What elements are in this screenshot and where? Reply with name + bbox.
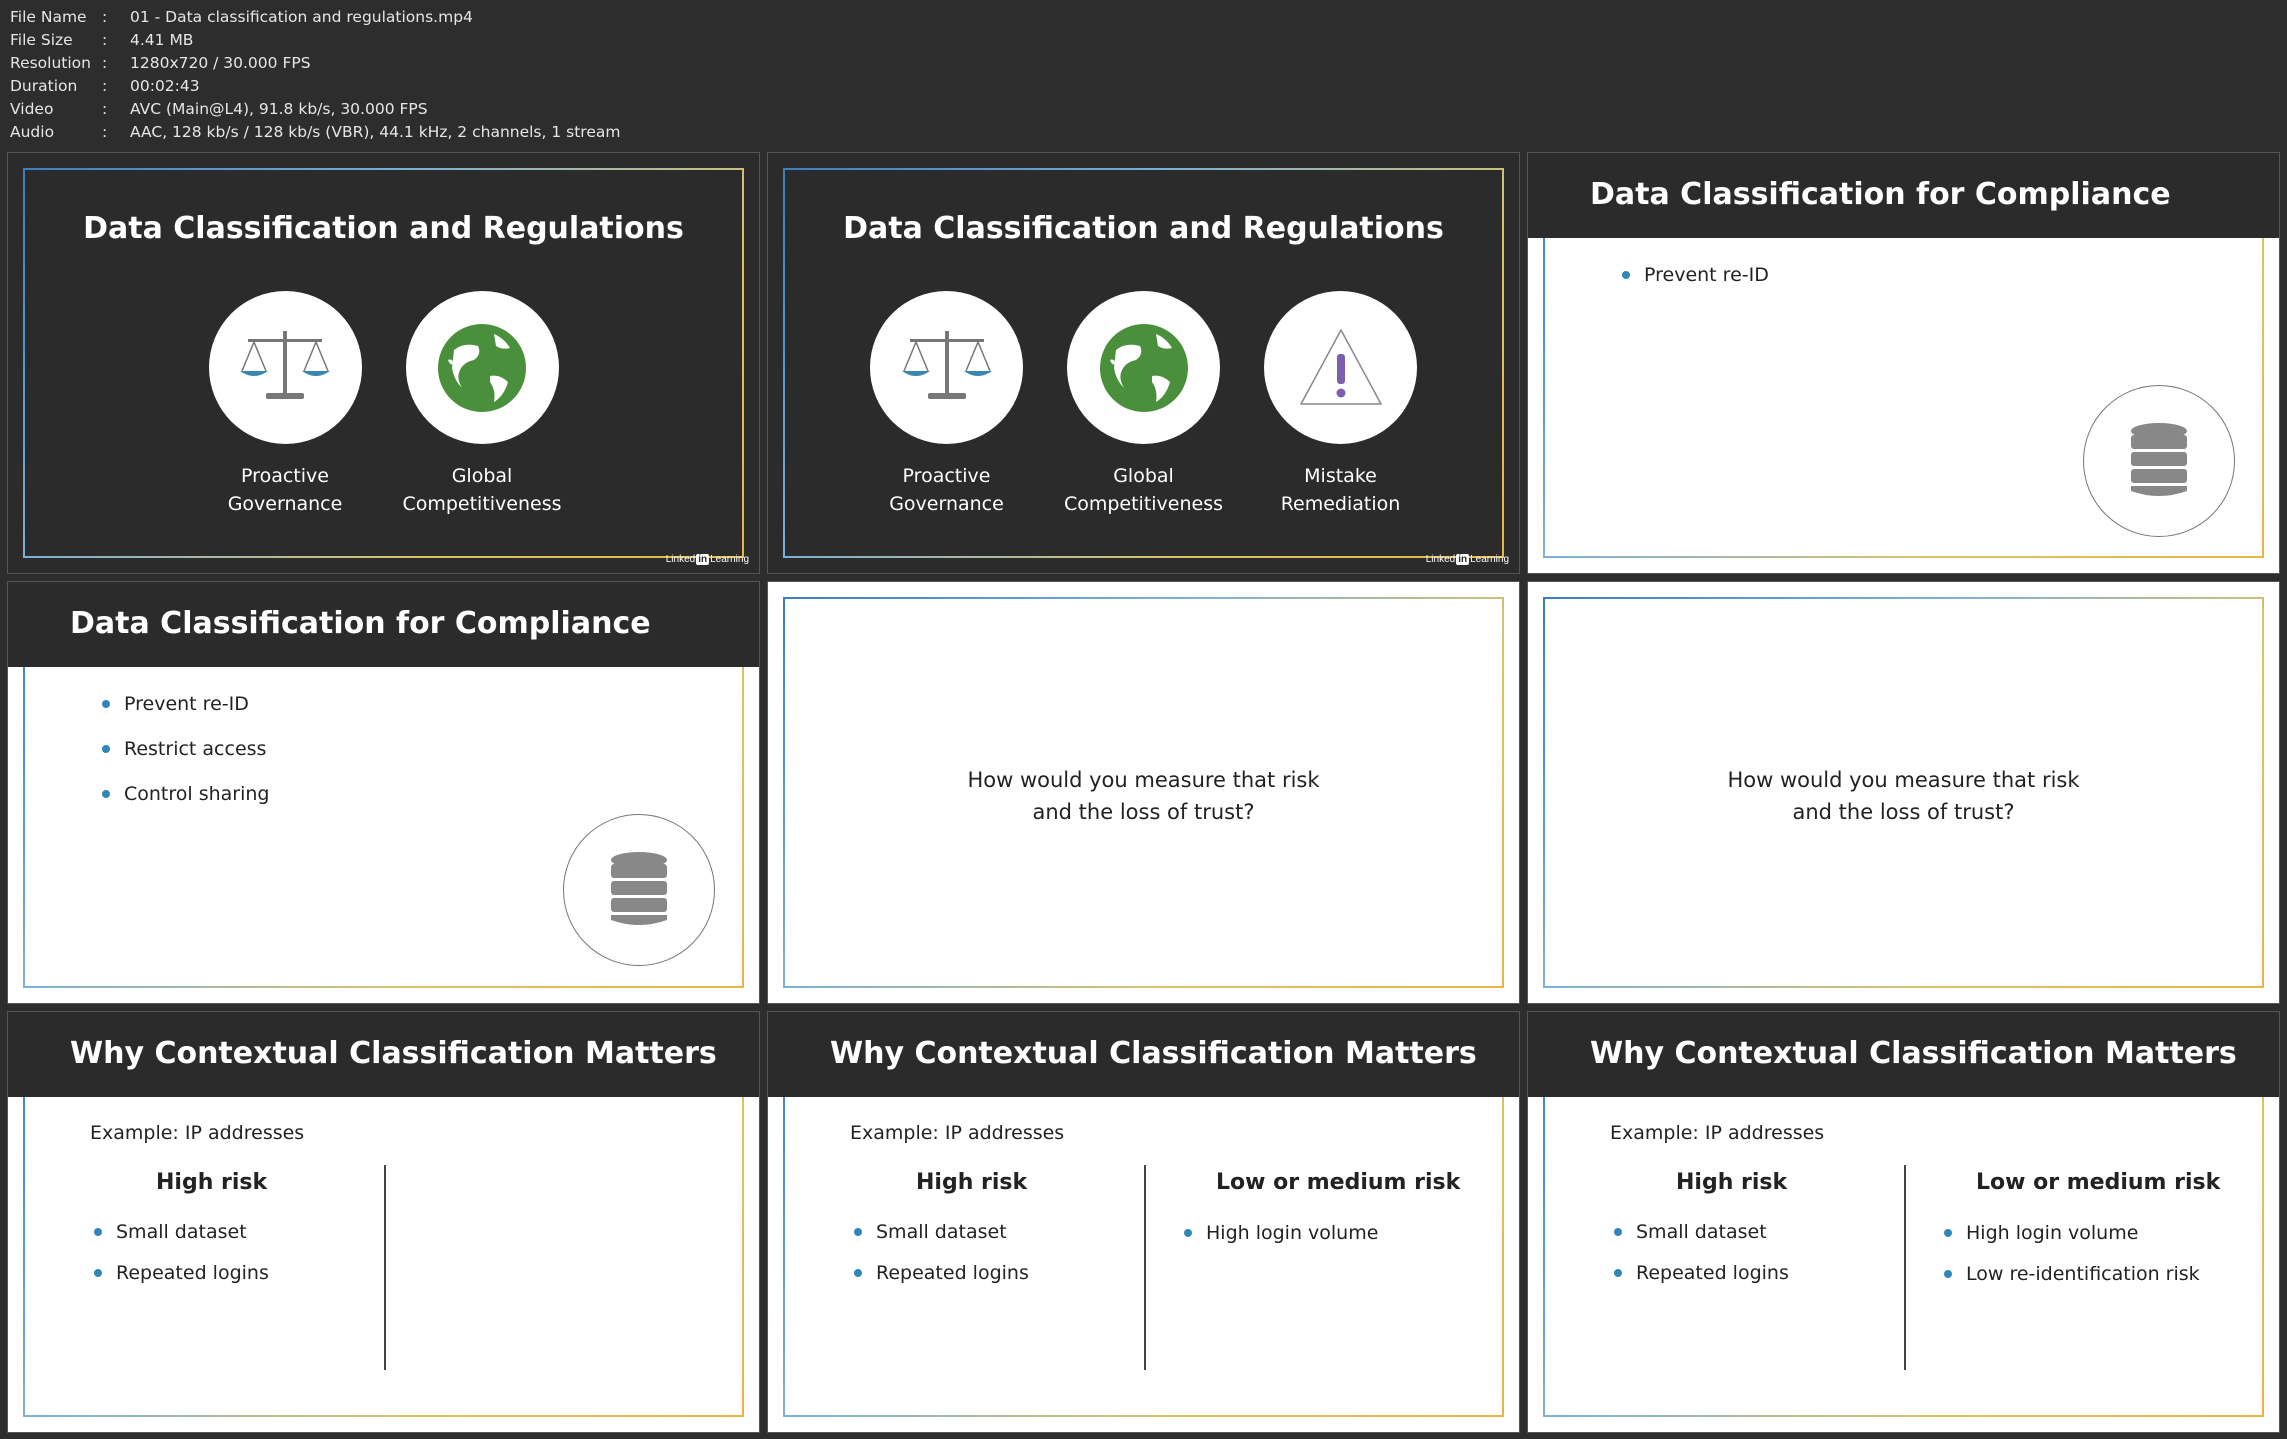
list-item: Repeated logins bbox=[1614, 1261, 1789, 1302]
list-item: Small dataset bbox=[1614, 1220, 1789, 1261]
list-item: Low re-identification risk bbox=[1944, 1262, 2200, 1303]
bullet-list: Prevent re-ID bbox=[1622, 263, 1769, 308]
icon-row: Proactive Governance Global Competitivenes… bbox=[768, 291, 1519, 518]
meta-row-duration: Duration:00:02:43 bbox=[10, 77, 200, 95]
video-metadata: File Name:01 - Data classification and r… bbox=[10, 6, 620, 144]
icon-row: Proactive Governance Global Competitivenes… bbox=[8, 291, 759, 518]
low-risk-heading: Low or medium risk bbox=[1216, 1169, 1461, 1195]
slide-title: Data Classification for Compliance bbox=[70, 606, 651, 642]
high-risk-list: Small dataset Repeated logins bbox=[94, 1220, 269, 1302]
meta-row-video: Video: AVC (Main@L4), 91.8 kb/s, 30.000 F… bbox=[10, 100, 428, 118]
list-item: Small dataset bbox=[854, 1220, 1029, 1261]
high-risk-heading: High risk bbox=[1676, 1169, 1788, 1195]
slide-header: Data Classification for Compliance bbox=[8, 582, 759, 668]
thumbnail-6[interactable]: How would you measure that risk and the … bbox=[1527, 581, 2280, 1004]
scales-icon bbox=[208, 291, 362, 444]
column-divider bbox=[1904, 1164, 1906, 1370]
question-text: How would you measure that risk and the … bbox=[1727, 768, 2080, 825]
database-icon bbox=[2083, 385, 2235, 537]
list-item: High login volume bbox=[1944, 1221, 2200, 1262]
warning-icon bbox=[1264, 291, 1417, 444]
example-label: Example: IP addresses bbox=[90, 1121, 305, 1144]
meta-row-filesize: File Size:4.41 MB bbox=[10, 31, 194, 49]
thumbnail-7[interactable]: Why Contextual Classification Matters Ex… bbox=[7, 1010, 760, 1433]
list-item: Small dataset bbox=[94, 1220, 269, 1261]
list-item: Repeated logins bbox=[94, 1261, 269, 1302]
example-label: Example: IP addresses bbox=[850, 1121, 1065, 1144]
example-label: Example: IP addresses bbox=[1610, 1121, 1825, 1144]
list-item: Prevent re-ID bbox=[102, 692, 270, 737]
high-risk-list: Small dataset Repeated logins bbox=[854, 1220, 1029, 1302]
slide-title: Why Contextual Classification Matters bbox=[830, 1035, 1477, 1071]
list-item: High login volume bbox=[1184, 1221, 1378, 1262]
column-divider bbox=[384, 1164, 386, 1370]
high-risk-heading: High risk bbox=[916, 1169, 1028, 1195]
column-divider bbox=[1144, 1164, 1146, 1370]
globe-icon bbox=[1067, 291, 1220, 444]
thumbnail-2[interactable]: Data Classification and Regulations Proa… bbox=[767, 152, 1520, 575]
thumbnail-1[interactable]: Data Classification and Regulations Proa… bbox=[7, 152, 760, 575]
slide-header: Why Contextual Classification Matters bbox=[768, 1011, 1519, 1097]
low-risk-heading: Low or medium risk bbox=[1976, 1169, 2221, 1195]
thumbnail-3[interactable]: Data Classification for Compliance Preve… bbox=[1527, 152, 2280, 575]
slide-title: Why Contextual Classification Matters bbox=[70, 1035, 717, 1071]
high-risk-heading: High risk bbox=[156, 1169, 268, 1195]
meta-row-audio: Audio: AAC, 128 kb/s / 128 kb/s (VBR), 44… bbox=[10, 123, 621, 141]
high-risk-list: Small dataset Repeated logins bbox=[1614, 1220, 1789, 1302]
thumbnail-4[interactable]: Data Classification for Compliance Preve… bbox=[7, 581, 760, 1004]
scales-icon bbox=[870, 291, 1023, 444]
thumbnail-5[interactable]: How would you measure that risk and the … bbox=[767, 581, 1520, 1004]
slide-title: Data Classification and Regulations bbox=[83, 211, 684, 246]
meta-row-resolution: Resolution:1280x720 / 30.000 FPS bbox=[10, 54, 311, 72]
thumbnail-8[interactable]: Why Contextual Classification Matters Ex… bbox=[767, 1010, 1520, 1433]
linkedin-learning-logo: Linked in Learning bbox=[665, 554, 749, 566]
bullet-list: Prevent re-ID Restrict access Control sh… bbox=[102, 692, 270, 827]
slide-title: Data Classification and Regulations bbox=[843, 211, 1444, 246]
low-risk-list: High login volume Low re-identification … bbox=[1944, 1221, 2200, 1303]
list-item: Prevent re-ID bbox=[1622, 263, 1769, 308]
meta-row-filename: File Name:01 - Data classification and r… bbox=[10, 8, 473, 26]
list-item: Control sharing bbox=[102, 782, 270, 827]
low-risk-list: High login volume bbox=[1184, 1221, 1378, 1262]
slide-header: Why Contextual Classification Matters bbox=[8, 1011, 759, 1097]
linkedin-learning-logo: Linked in Learning bbox=[1425, 554, 1509, 566]
slide-header: Why Contextual Classification Matters bbox=[1528, 1011, 2279, 1097]
slide-header: Data Classification for Compliance bbox=[1528, 153, 2279, 238]
database-icon bbox=[563, 814, 715, 967]
globe-icon bbox=[405, 291, 559, 444]
slide-title: Why Contextual Classification Matters bbox=[1590, 1035, 2237, 1071]
slide-title: Data Classification for Compliance bbox=[1590, 177, 2171, 212]
list-item: Restrict access bbox=[102, 737, 270, 782]
thumbnail-grid: Data Classification and Regulations Proa… bbox=[7, 152, 2280, 1433]
question-text: How would you measure that risk and the … bbox=[967, 768, 1320, 825]
list-item: Repeated logins bbox=[854, 1261, 1029, 1302]
thumbnail-9[interactable]: Why Contextual Classification Matters Ex… bbox=[1527, 1010, 2280, 1433]
